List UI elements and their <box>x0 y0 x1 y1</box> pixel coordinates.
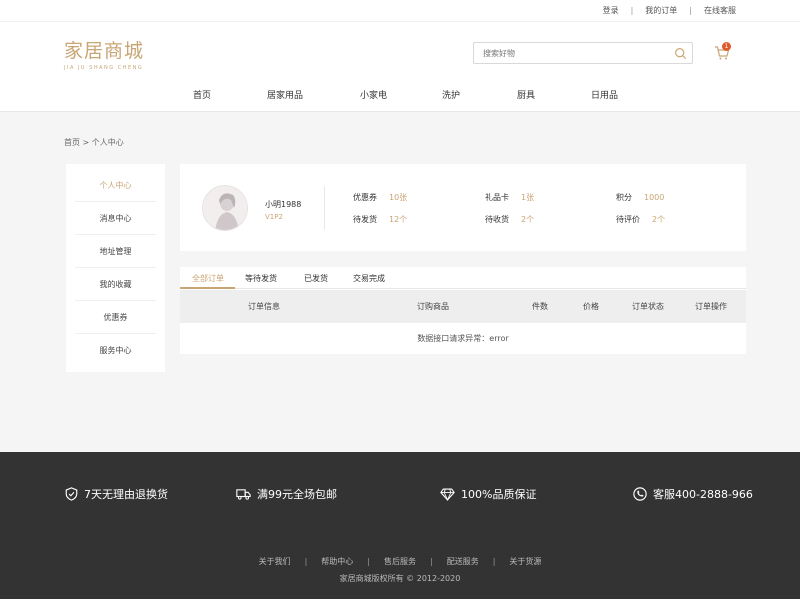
stat-value: 2个 <box>652 215 666 224</box>
breadcrumb: 首页 > 个人中心 <box>64 138 124 147</box>
footer-link-delivery[interactable]: 配送服务 <box>447 557 479 566</box>
stat-label: 积分 <box>616 193 632 202</box>
feature-text: 7天无理由退换货 <box>84 488 168 501</box>
copyright: 家居商城版权所有 © 2012-2020 <box>339 574 461 583</box>
footer-link-help[interactable]: 帮助中心 <box>321 557 353 566</box>
tab-completed[interactable]: 交易完成 <box>353 273 385 284</box>
stat-gift-cards[interactable]: 礼品卡 1张 <box>485 192 534 203</box>
divider: | <box>492 557 496 566</box>
avatar[interactable] <box>202 185 248 231</box>
nav-item-small-appliances[interactable]: 小家电 <box>360 88 387 101</box>
divider: | <box>430 557 433 566</box>
divider: | <box>689 6 692 15</box>
site-footer: 7天无理由退换货 满99元全场包邮 100%品质保证 客服400-2888-96… <box>0 452 800 599</box>
nav-item-home-goods[interactable]: 居家用品 <box>267 88 303 101</box>
my-orders-link[interactable]: 我的订单 <box>645 5 677 16</box>
avatar-image <box>203 186 247 230</box>
username: 小明1988 <box>265 200 302 209</box>
column-header: 订单操作 <box>695 302 727 311</box>
stat-label: 待评价 <box>616 215 640 224</box>
search-icon[interactable] <box>674 47 687 60</box>
sidebar-item-favorites[interactable]: 我的收藏 <box>75 268 156 301</box>
logo[interactable]: 家居商城 JIA JU SHANG CHENG <box>64 36 144 71</box>
divider: | <box>304 557 308 566</box>
truck-icon <box>236 489 251 500</box>
top-links: 登录 | 我的订单 | 在线客服 <box>603 5 736 16</box>
feature-hotline: 客服400-2888-966 <box>633 486 753 502</box>
sidebar-item-messages[interactable]: 消息中心 <box>75 202 156 235</box>
sidebar-item-personal-center[interactable]: 个人中心 <box>75 169 156 202</box>
stat-label: 待收货 <box>485 215 509 224</box>
tab-all-orders[interactable]: 全部订单 <box>192 273 224 284</box>
stat-pending-review[interactable]: 待评价 2个 <box>616 214 665 225</box>
nav-item-daily-goods[interactable]: 日用品 <box>591 88 618 101</box>
feature-quality: 100%品质保证 <box>440 486 536 502</box>
stat-coupons[interactable]: 优惠券 10张 <box>353 192 407 203</box>
stat-points[interactable]: 积分 1000 <box>616 192 664 203</box>
nav-item-kitchenware[interactable]: 厨具 <box>517 88 535 101</box>
phone-icon <box>633 487 647 501</box>
sidebar-item-service[interactable]: 服务中心 <box>75 334 156 367</box>
diamond-icon <box>440 488 455 501</box>
footer-link-after-sales[interactable]: 售后服务 <box>384 557 416 566</box>
profile-card: 小明1988 V1P2 优惠券 10张 礼品卡 1张 积分 1000 待发货 12个 待… <box>180 164 746 251</box>
active-tab-indicator <box>180 287 235 289</box>
divider: | <box>367 557 370 566</box>
site-header: 家居商城 JIA JU SHANG CHENG 1 首页 居家用品 小家电 洗护… <box>0 22 800 112</box>
nav-item-toiletries[interactable]: 洗护 <box>442 88 460 101</box>
top-bar: 登录 | 我的订单 | 在线客服 <box>0 0 800 22</box>
sidebar-menu: 个人中心 消息中心 地址管理 我的收藏 优惠券 服务中心 <box>66 164 165 372</box>
login-link[interactable]: 登录 <box>603 5 619 16</box>
orders-table-header: 订单信息 订购商品 件数 价格 订单状态 订单操作 <box>180 290 746 323</box>
main-nav: 首页 居家用品 小家电 洗护 厨具 日用品 <box>0 88 800 102</box>
feature-text: 100%品质保证 <box>461 488 537 501</box>
main-content: 首页 > 个人中心 个人中心 消息中心 地址管理 我的收藏 优惠券 服务中心 小… <box>0 112 800 452</box>
orders-panel: 全部订单 等待发货 已发货 交易完成 订单信息 订购商品 件数 价格 订单状态 … <box>180 267 746 354</box>
column-header: 订购商品 <box>417 302 449 311</box>
footer-link-sourcing[interactable]: 关于货源 <box>509 557 541 566</box>
feature-free-shipping: 满99元全场包邮 <box>236 486 337 502</box>
user-level: V1P2 <box>265 213 283 221</box>
column-header: 订单状态 <box>632 302 664 311</box>
sidebar-item-coupons[interactable]: 优惠券 <box>75 301 156 334</box>
order-tabs: 全部订单 等待发货 已发货 交易完成 <box>180 267 746 289</box>
tab-shipped[interactable]: 已发货 <box>304 273 328 284</box>
stat-label: 优惠券 <box>353 193 377 202</box>
stat-value: 1000 <box>644 193 665 202</box>
search-input[interactable] <box>474 43 664 63</box>
customer-service-link[interactable]: 在线客服 <box>704 5 736 16</box>
column-header: 订单信息 <box>248 302 280 311</box>
empty-message: 数据接口请求异常：error <box>417 334 509 343</box>
footer-link-about[interactable]: 关于我们 <box>259 557 291 566</box>
search-box <box>473 42 693 64</box>
column-header: 件数 <box>532 302 548 311</box>
stat-label: 礼品卡 <box>485 193 509 202</box>
stat-pending-receipt[interactable]: 待收货 2个 <box>485 214 534 225</box>
stat-label: 待发货 <box>353 215 377 224</box>
feature-text: 满99元全场包邮 <box>257 488 337 501</box>
stat-value: 2个 <box>521 215 535 224</box>
stat-value: 1张 <box>521 193 535 202</box>
feature-text: 客服400-2888-966 <box>653 488 753 501</box>
divider <box>324 186 325 230</box>
footer-links: 关于我们 | 帮助中心 | 售后服务 | 配送服务 | 关于货源 <box>0 556 800 567</box>
cart-count-badge: 1 <box>722 42 731 51</box>
logo-name: 家居商城 <box>64 40 145 62</box>
stat-value: 12个 <box>389 215 408 224</box>
tab-awaiting-shipment[interactable]: 等待发货 <box>245 273 277 284</box>
nav-item-home[interactable]: 首页 <box>193 88 211 101</box>
sidebar-item-addresses[interactable]: 地址管理 <box>75 235 156 268</box>
stat-pending-shipment[interactable]: 待发货 12个 <box>353 214 407 225</box>
logo-subtitle: JIA JU SHANG CHENG <box>64 65 144 71</box>
feature-returns: 7天无理由退换货 <box>65 486 168 502</box>
column-header: 价格 <box>583 302 599 311</box>
stat-value: 10张 <box>389 193 408 202</box>
shield-check-icon <box>65 487 78 501</box>
divider: | <box>630 6 634 15</box>
